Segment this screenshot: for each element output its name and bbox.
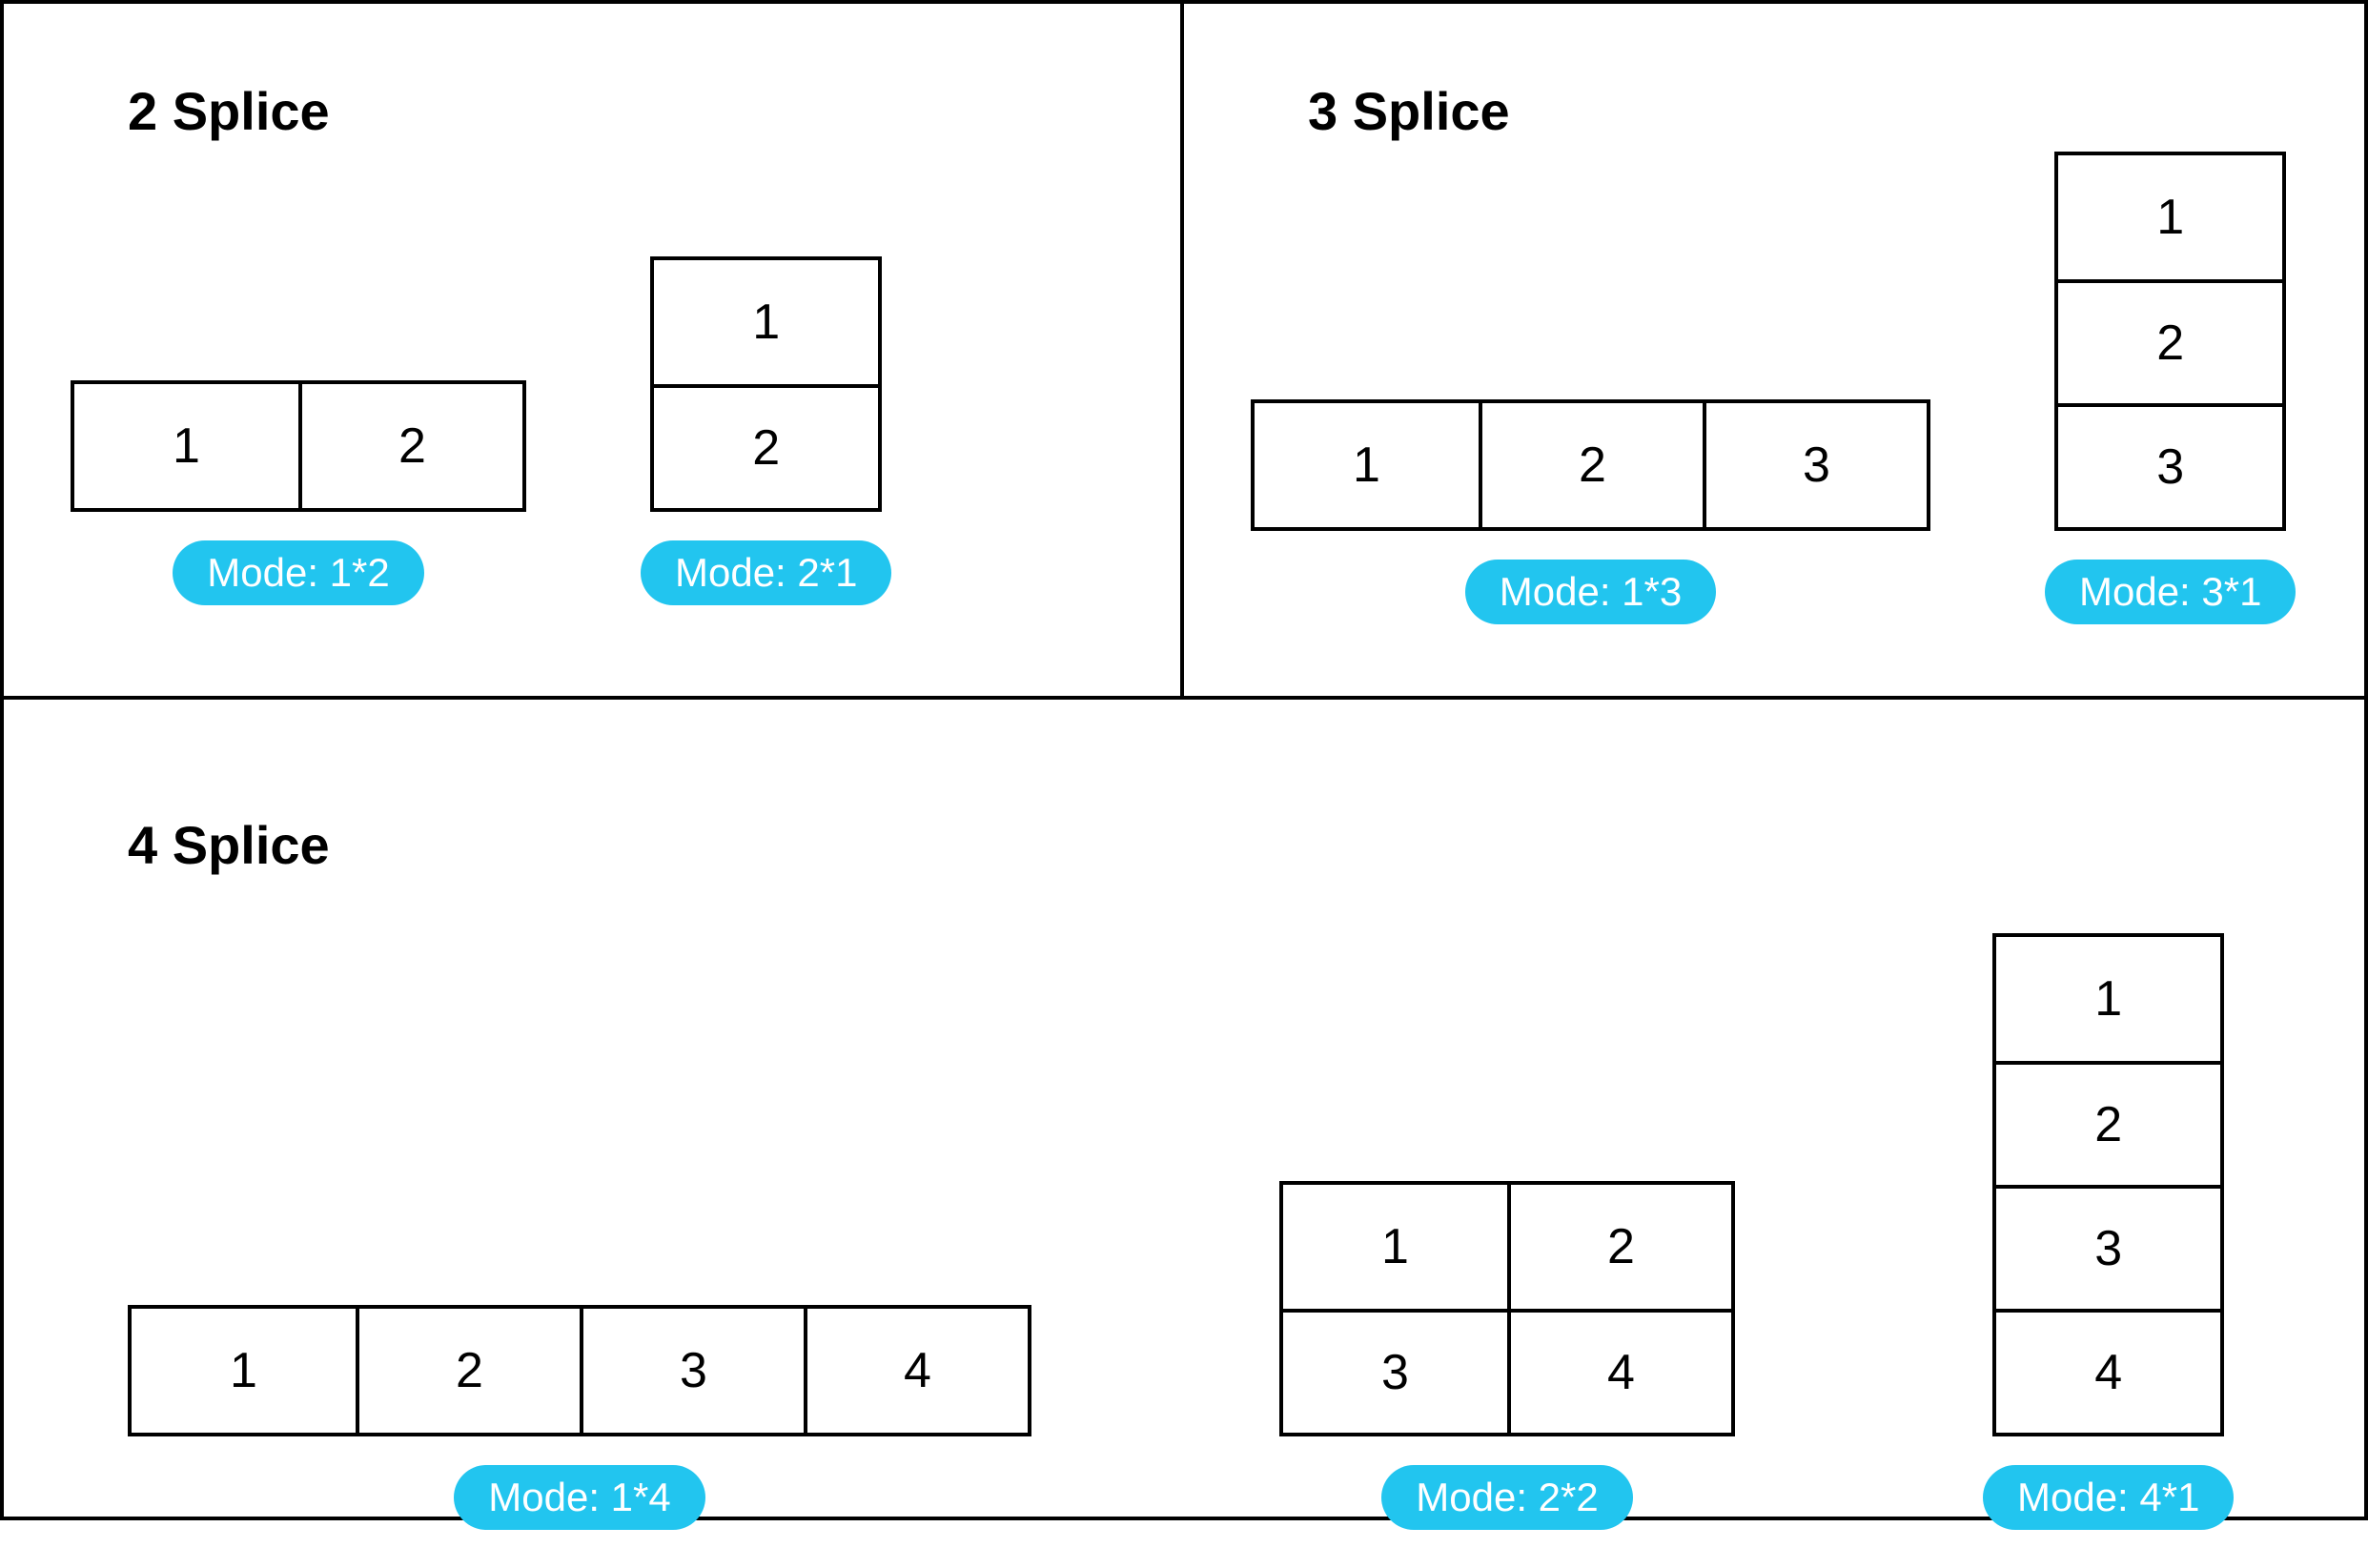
cell: 2 [1507,1185,1731,1309]
panel-title-3-splice: 3 Splice [1308,80,2297,142]
cell: 3 [580,1309,804,1433]
group-mode-1x3: 1 2 3 Mode: 1*3 [1251,399,1930,624]
panel-title-2-splice: 2 Splice [128,80,1113,142]
groups-4-splice: 1 2 3 4 Mode: 1*4 1 2 3 4 Mode: 2*2 1 [128,933,2297,1530]
cell: 3 [1996,1185,2220,1309]
cell: 4 [1996,1309,2220,1433]
cell: 2 [654,384,878,508]
cell: 3 [1283,1309,1507,1433]
cell: 1 [654,260,878,384]
cell: 1 [1996,937,2220,1061]
mode-badge-2x1: Mode: 2*1 [641,540,891,605]
group-mode-1x2: 1 2 Mode: 1*2 [71,380,526,605]
cell: 1 [74,384,298,508]
group-mode-3x1: 1 2 3 Mode: 3*1 [2045,152,2296,624]
group-mode-1x4: 1 2 3 4 Mode: 1*4 [128,1305,1031,1530]
cell: 3 [1703,403,1927,527]
panel-title-4-splice: 4 Splice [128,814,2297,876]
groups-3-splice: 1 2 3 Mode: 1*3 1 2 3 Mode: 3*1 [1251,152,2297,624]
grid-1x2: 1 2 [71,380,526,512]
cell: 2 [2058,279,2282,403]
grid-1x3: 1 2 3 [1251,399,1930,531]
groups-2-splice: 1 2 Mode: 1*2 1 2 Mode: 2*1 [71,256,1113,605]
diagram-frame: 2 Splice 1 2 Mode: 1*2 1 2 Mode: 2*1 3 S… [0,0,2368,1520]
cell: 4 [1507,1309,1731,1433]
mode-badge-1x3: Mode: 1*3 [1465,560,1716,624]
cell: 1 [132,1309,356,1433]
mode-badge-3x1: Mode: 3*1 [2045,560,2296,624]
mode-badge-1x2: Mode: 1*2 [173,540,423,605]
cell: 2 [1996,1061,2220,1185]
group-mode-2x1: 1 2 Mode: 2*1 [641,256,891,605]
grid-4x1: 1 2 3 4 [1992,933,2224,1436]
grid-2x1: 1 2 [650,256,882,512]
grid-2x2: 1 2 3 4 [1279,1181,1735,1436]
cell: 1 [2058,155,2282,279]
grid-3x1: 1 2 3 [2054,152,2286,531]
cell: 3 [2058,403,2282,527]
grid-1x4: 1 2 3 4 [128,1305,1031,1436]
cell: 2 [356,1309,580,1433]
group-mode-4x1: 1 2 3 4 Mode: 4*1 [1983,933,2234,1530]
cell: 1 [1255,403,1479,527]
panel-2-splice: 2 Splice 1 2 Mode: 1*2 1 2 Mode: 2*1 [4,4,1184,700]
panel-3-splice: 3 Splice 1 2 3 Mode: 1*3 1 2 3 Mode: 3*1 [1184,4,2364,700]
cell: 2 [1479,403,1703,527]
cell: 4 [804,1309,1028,1433]
panel-4-splice: 4 Splice 1 2 3 4 Mode: 1*4 1 2 3 4 Mode: [4,700,2364,1568]
group-mode-2x2: 1 2 3 4 Mode: 2*2 [1279,1181,1735,1530]
cell: 1 [1283,1185,1507,1309]
cell: 2 [298,384,522,508]
